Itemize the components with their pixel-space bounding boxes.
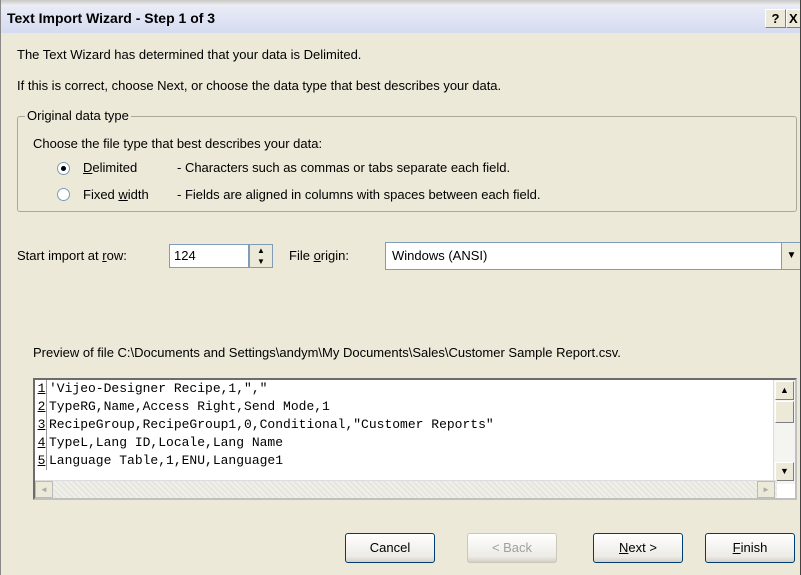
line-number: 4 (37, 434, 47, 452)
line-number: 3 (37, 416, 47, 434)
horizontal-scrollbar[interactable]: ◄ ► (35, 480, 777, 498)
start-row-label: Start import at row: (17, 248, 127, 263)
title-bar: Text Import Wizard - Step 1 of 3 ? X (1, 6, 800, 33)
file-origin-label: File origin: (289, 248, 349, 263)
spin-down-icon[interactable]: ▼ (250, 256, 272, 267)
line-number: 1 (37, 380, 47, 398)
fixed-width-label[interactable]: Fixed width (83, 187, 149, 202)
help-button[interactable]: ? (765, 9, 786, 28)
next-button[interactable]: Next > (593, 533, 683, 563)
chevron-down-icon[interactable]: ▼ (781, 243, 800, 269)
preview-line: 2 TypeRG,Name,Access Right,Send Mode,1 (35, 398, 773, 416)
fixed-width-description: - Fields are aligned in columns with spa… (177, 187, 541, 202)
scroll-left-icon[interactable]: ◄ (35, 481, 53, 498)
finish-button[interactable]: Finish (705, 533, 795, 563)
line-text: 'Vijeo-Designer Recipe,1,"," (49, 381, 268, 396)
start-row-spinner[interactable]: ▲ ▼ (249, 244, 273, 268)
line-text: TypeRG,Name,Access Right,Send Mode,1 (49, 399, 330, 414)
cancel-button[interactable]: Cancel (345, 533, 435, 563)
file-origin-select[interactable]: Windows (ANSI) ▼ (385, 242, 800, 270)
line-number: 2 (37, 398, 47, 416)
preview-line: 3 RecipeGroup,RecipeGroup1,0,Conditional,… (35, 416, 773, 434)
file-type-prompt: Choose the file type that best describes… (33, 136, 323, 151)
preview-line: 4 TypeL,Lang ID,Locale,Lang Name (35, 434, 773, 452)
scroll-right-icon[interactable]: ► (757, 481, 775, 498)
window-title: Text Import Wizard - Step 1 of 3 (7, 10, 216, 26)
line-text: TypeL,Lang ID,Locale,Lang Name (49, 435, 284, 450)
start-row-input[interactable]: 124 (169, 244, 249, 268)
preview-label: Preview of file C:\Documents and Setting… (33, 345, 621, 360)
preview-pane[interactable]: 1 'Vijeo-Designer Recipe,1,"," 2 TypeRG,Na… (33, 378, 797, 500)
line-number: 5 (37, 452, 47, 470)
scroll-down-icon[interactable]: ▼ (775, 462, 794, 481)
fixed-width-radio[interactable] (57, 188, 70, 201)
preview-line: 5 Language Table,1,ENU,Language1 (35, 452, 773, 470)
radio-selected-dot (61, 166, 66, 171)
preview-line: 1 'Vijeo-Designer Recipe,1,"," (35, 380, 773, 398)
text-import-wizard-dialog: Text Import Wizard - Step 1 of 3 ? X The… (0, 0, 801, 575)
vertical-scrollbar[interactable]: ▲ ▼ (773, 380, 795, 484)
line-text: Language Table,1,ENU,Language1 (49, 453, 284, 468)
intro-text-1: The Text Wizard has determined that your… (17, 47, 362, 62)
delimited-radio[interactable] (57, 162, 70, 175)
intro-text-2: If this is correct, choose Next, or choo… (17, 78, 502, 93)
delimited-label[interactable]: Delimited (83, 160, 137, 175)
delimited-description: - Characters such as commas or tabs sepa… (177, 160, 511, 175)
group-label: Original data type (25, 108, 131, 123)
close-button[interactable]: X (786, 9, 800, 28)
preview-lines: 1 'Vijeo-Designer Recipe,1,"," 2 TypeRG,Na… (35, 380, 773, 478)
spin-up-icon[interactable]: ▲ (250, 245, 272, 256)
scroll-thumb[interactable] (775, 401, 794, 423)
file-origin-value: Windows (ANSI) (392, 248, 488, 263)
back-button[interactable]: < Back (467, 533, 557, 563)
line-text: RecipeGroup,RecipeGroup1,0,Conditional,"… (49, 417, 494, 432)
scroll-up-icon[interactable]: ▲ (775, 381, 794, 400)
